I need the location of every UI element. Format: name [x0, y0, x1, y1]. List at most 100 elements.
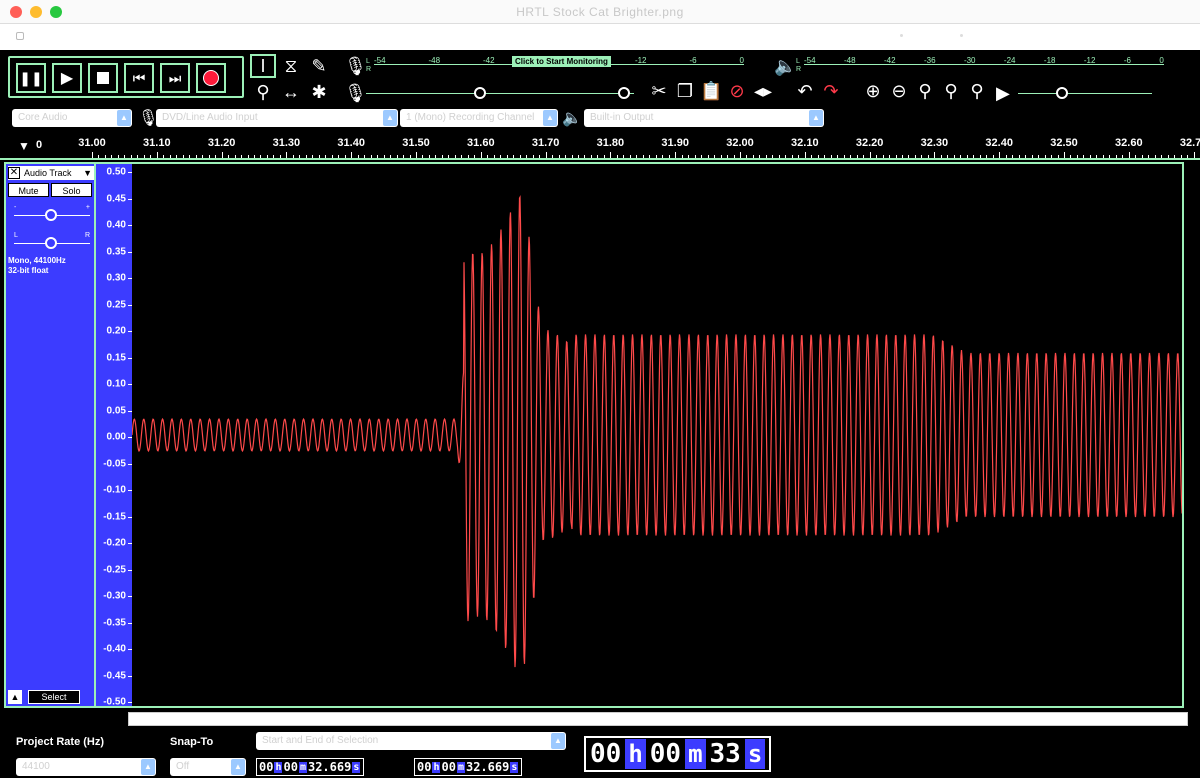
- chevron-down-icon: ▲: [809, 110, 823, 126]
- silence-icon[interactable]: ◂▸: [752, 80, 774, 102]
- select-track-button[interactable]: Select: [28, 690, 80, 704]
- dot-icon: [900, 34, 903, 37]
- ruler-mark: [202, 155, 204, 158]
- track-name-menu[interactable]: Audio Track: [24, 168, 83, 178]
- ruler-mark: [228, 155, 230, 158]
- stop-button[interactable]: [88, 63, 118, 93]
- recording-channels-dropdown[interactable]: 1 (Mono) Recording Channel ▲: [400, 109, 558, 127]
- ruler-mark: [610, 152, 612, 158]
- ruler-mark: [163, 155, 165, 158]
- audio-position-time[interactable]: 00 h 00 m 33 s: [584, 736, 772, 772]
- slider-knob[interactable]: [45, 209, 57, 221]
- zoom-out-icon[interactable]: ⊖: [888, 80, 910, 102]
- undo-icon[interactable]: ↶: [794, 80, 816, 102]
- horizontal-scrollbar[interactable]: [128, 712, 1188, 726]
- ruler-mark: [733, 155, 735, 158]
- recording-volume-slider[interactable]: 🎙: [344, 83, 634, 104]
- ruler-mark: [403, 155, 405, 158]
- ruler-mark: [156, 152, 158, 158]
- play-button[interactable]: ▶: [52, 63, 82, 93]
- pan-slider[interactable]: L R: [14, 232, 90, 250]
- amplitude-tick-label: 0.05: [106, 405, 126, 416]
- close-track-button[interactable]: ✕: [8, 167, 20, 179]
- draw-tool-icon[interactable]: ✎: [306, 54, 332, 78]
- recording-channels-value: 1 (Mono) Recording Channel: [406, 112, 535, 123]
- play-at-speed-icon[interactable]: ▶: [996, 83, 1010, 104]
- zoom-toggle-icon[interactable]: ⚲: [966, 80, 988, 102]
- slider-knob[interactable]: [474, 87, 486, 99]
- envelope-tool-icon[interactable]: ⧖: [278, 54, 304, 78]
- snap-to-dropdown[interactable]: Off ▲: [170, 758, 246, 776]
- skip-to-end-button[interactable]: ⏭: [160, 63, 190, 93]
- trim-icon[interactable]: ⊘: [726, 80, 748, 102]
- playback-device-dropdown[interactable]: Built-in Output ▲: [584, 109, 824, 127]
- device-toolbar: Core Audio ▲ 🎙 DVD/Line Audio Input ▲ 1 …: [0, 108, 1200, 130]
- recording-device-dropdown[interactable]: DVD/Line Audio Input ▲: [156, 109, 398, 127]
- ruler-mark: [856, 155, 858, 158]
- selection-tool-icon[interactable]: I: [250, 54, 276, 78]
- transport-toolbar: ❚❚ ▶ ⏮ ⏭: [8, 56, 244, 98]
- zoom-in-icon[interactable]: ⊕: [862, 80, 884, 102]
- ruler-mark: [765, 155, 767, 158]
- ruler-tick-label: 31.00: [78, 137, 106, 149]
- fit-selection-icon[interactable]: ⚲: [914, 80, 936, 102]
- ruler-mark: [1076, 155, 1078, 158]
- waveform-area[interactable]: [132, 162, 1184, 708]
- amplitude-tick-label: -0.45: [103, 670, 126, 681]
- selection-mode-dropdown[interactable]: Start and End of Selection ▲: [256, 732, 566, 750]
- ruler-mark: [694, 155, 696, 158]
- solo-button[interactable]: Solo: [51, 183, 92, 197]
- fit-project-icon[interactable]: ⚲: [940, 80, 962, 102]
- paste-icon[interactable]: 📋: [700, 80, 722, 102]
- ruler-mark: [1115, 155, 1117, 158]
- ruler-mark: [117, 155, 119, 158]
- play-at-speed-slider[interactable]: ▶: [996, 83, 1152, 104]
- ruler-mark: [1096, 155, 1098, 158]
- ruler-mark: [124, 155, 126, 158]
- slider-knob[interactable]: [45, 237, 57, 249]
- slider-track: [366, 93, 634, 94]
- skip-to-start-button[interactable]: ⏮: [124, 63, 154, 93]
- recording-meter[interactable]: 🎙 LR -54-48-42-18-12-60 Click to Start M…: [344, 56, 744, 78]
- time-shift-tool-icon[interactable]: ↔: [278, 80, 304, 104]
- multi-tool-icon[interactable]: ✱: [306, 80, 332, 104]
- record-button[interactable]: [196, 63, 226, 93]
- project-rate-dropdown[interactable]: 44100 ▲: [16, 758, 156, 776]
- mute-button[interactable]: Mute: [8, 183, 49, 197]
- audio-host-dropdown[interactable]: Core Audio ▲: [12, 109, 132, 127]
- slider-knob[interactable]: [1056, 87, 1068, 99]
- collapse-track-button[interactable]: ▲: [8, 690, 22, 704]
- ruler-mark: [208, 155, 210, 158]
- playback-meter[interactable]: 🔈 LR -54 -48 -42 -36 -30 -24 -18 -12 -6 0: [774, 56, 1164, 78]
- ruler-mark: [603, 155, 605, 158]
- selection-end-time[interactable]: 00 h 00 m 32.669 s: [414, 758, 523, 776]
- selection-start-time[interactable]: 00 h 00 m 32.669 s: [256, 758, 365, 776]
- ruler-mark: [1089, 155, 1091, 158]
- timeline-ruler[interactable]: ▼ 0 31.00 31.10 31.20 31.30 31.40 31.50 31.60 3…: [0, 134, 1200, 160]
- redo-icon[interactable]: ↷: [820, 80, 842, 102]
- ruler-mark: [1025, 155, 1027, 158]
- ruler-mark: [999, 152, 1001, 158]
- ruler-mark: [778, 155, 780, 158]
- pause-button[interactable]: ❚❚: [16, 63, 46, 93]
- start-monitoring-button[interactable]: Click to Start Monitoring: [512, 56, 611, 67]
- chevron-down-icon: ▲: [117, 110, 131, 126]
- amplitude-tick-label: 0.15: [106, 352, 126, 363]
- track-control-panel[interactable]: ✕ Audio Track ▼ Mute Solo - + L R Mono, …: [4, 162, 96, 708]
- copy-icon[interactable]: ❐: [674, 80, 696, 102]
- ruler-mark: [299, 155, 301, 158]
- amplitude-ruler[interactable]: 0.50 0.45 0.40 0.35 0.30 0.25 0.20 0.15 0.10 0.05…: [96, 162, 132, 708]
- position-hours: 00: [590, 739, 622, 769]
- slider-knob[interactable]: [618, 87, 630, 99]
- ruler-mark: [830, 155, 832, 158]
- cut-icon[interactable]: ✂: [648, 80, 670, 102]
- chevron-down-icon[interactable]: ▼: [83, 168, 92, 178]
- unit-m: m: [685, 739, 706, 769]
- zoom-tool-icon[interactable]: ⚲: [250, 80, 276, 104]
- ruler-mark: [701, 155, 703, 158]
- ruler-mark: [953, 155, 955, 158]
- gain-slider[interactable]: - +: [14, 204, 90, 222]
- play-head-icon[interactable]: ▼: [18, 139, 30, 153]
- ruler-mark: [921, 155, 923, 158]
- ruler-mark: [493, 155, 495, 158]
